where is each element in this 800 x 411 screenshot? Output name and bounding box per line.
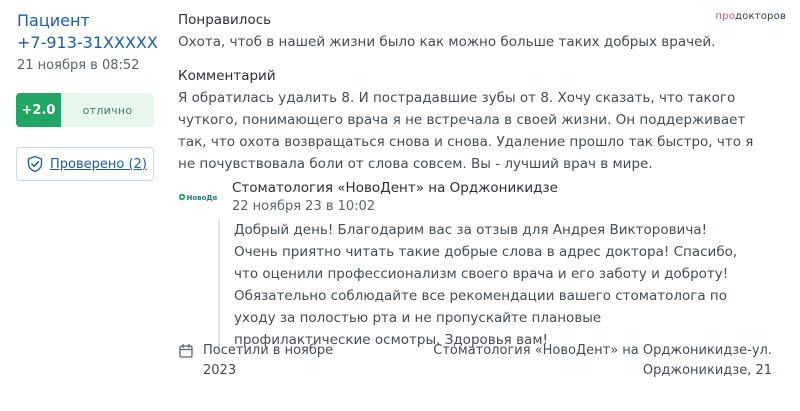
shield-check-icon (26, 155, 44, 173)
reply-date: 22 ноября 23 в 10:02 (232, 199, 376, 214)
visit-text: Посетили в ноябре 2023 (203, 343, 334, 378)
liked-title: Понравилось (178, 12, 272, 28)
rating-score: +2.0 (16, 93, 61, 127)
author-phone[interactable]: +7-913-31XXXXX (17, 32, 158, 54)
review-date: 21 ноября в 08:52 (17, 58, 140, 73)
reply-clinic-name[interactable]: Стоматология «НовоДент» на Орджоникидзе (232, 178, 558, 198)
author-name[interactable]: Пациент (17, 10, 90, 32)
clinic-logo: НовоДент (178, 192, 218, 202)
visit-info: Посетили в ноябре 2023 (178, 341, 343, 381)
logo-part-doktorov: докторов (735, 11, 786, 22)
liked-text: Охота, чтоб в нашей жизни было как можно… (178, 34, 716, 50)
clinic-logo-text: НовоДент (187, 194, 219, 202)
verified-label: Проверено (2) (50, 156, 147, 172)
prodoctorov-logo: продокторов (715, 10, 786, 24)
rating-badge: +2.0 отлично (16, 93, 154, 127)
logo-part-pro: про (715, 11, 736, 22)
comment-title: Комментарий (178, 68, 276, 84)
comment-text: Я обратилась удалить 8. И пострадавшие з… (178, 90, 754, 172)
calendar-icon (178, 343, 194, 359)
reply-text: Добрый день! Благодарим вас за отзыв для… (218, 219, 738, 351)
verified-button[interactable]: Проверено (2) (16, 147, 154, 181)
clinic-address[interactable]: Стоматология «НовоДент» на Орджоникидзе-… (432, 341, 772, 381)
review-card: Пациент +7-913-31XXXXX 21 ноября в 08:52… (0, 0, 800, 411)
rating-label: отлично (82, 103, 133, 117)
